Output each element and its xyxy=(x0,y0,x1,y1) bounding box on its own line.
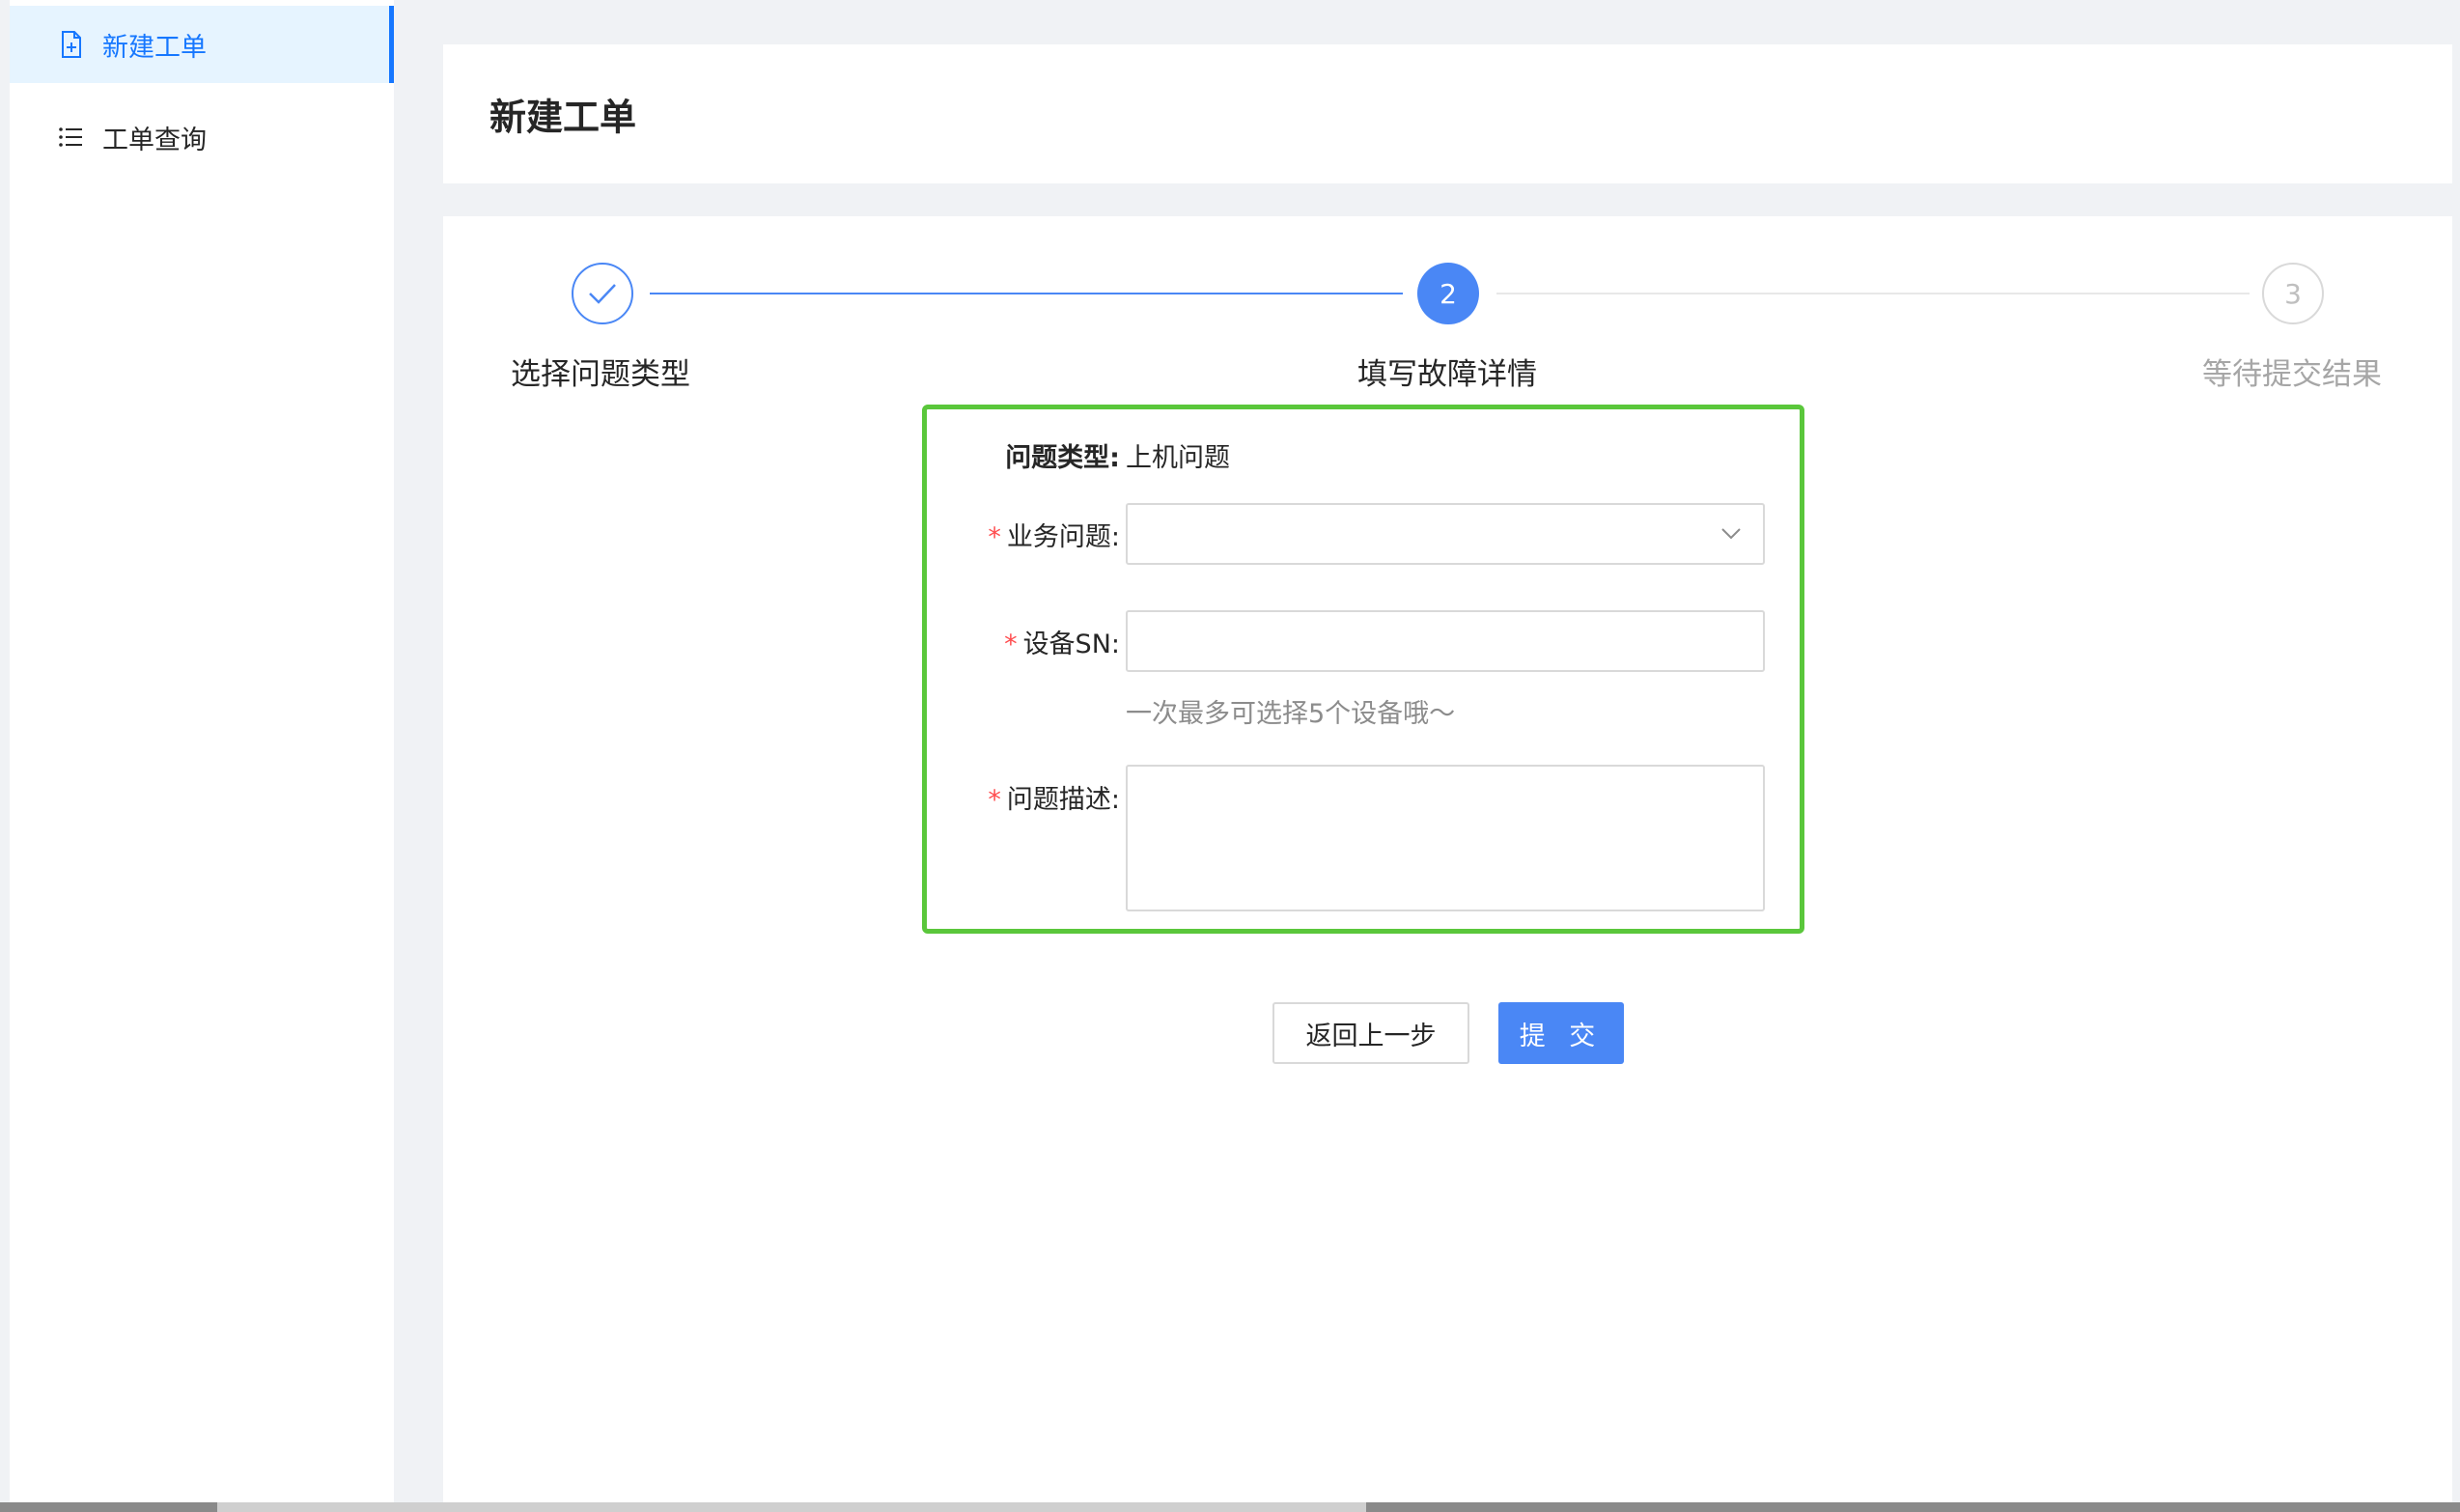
back-button[interactable]: 返回上一步 xyxy=(1272,1002,1469,1064)
sidebar-item-ticket-query[interactable]: 工单查询 xyxy=(10,98,394,176)
step-3-title: 等待提交结果 xyxy=(2202,357,2382,392)
required-mark: * xyxy=(1004,630,1018,659)
description-textarea[interactable] xyxy=(1126,765,1765,911)
description-label: * 问题描述: xyxy=(988,785,1120,815)
page-title: 新建工单 xyxy=(489,96,637,139)
step-connector-todo xyxy=(1496,293,2250,294)
device-sn-label: * 设备SN: xyxy=(1004,630,1120,659)
chevron-down-icon xyxy=(1721,528,1741,540)
submit-button[interactable]: 提 交 xyxy=(1498,1002,1624,1064)
step-2-indicator: 2 xyxy=(1417,263,1479,324)
required-mark: * xyxy=(988,785,1001,815)
sidebar-item-new-ticket[interactable]: 新建工单 xyxy=(10,6,394,83)
step-1-indicator xyxy=(572,263,633,324)
device-sn-helper-text: 一次最多可选择5个设备哦～ xyxy=(1126,699,1456,729)
main-content: 2 3 选择问题类型 填写故障详情 等待提交结果 问题类型: 上机问题 * 业务问… xyxy=(443,216,2452,1502)
sidebar-item-label: 工单查询 xyxy=(102,125,207,155)
sidebar: 新建工单 工单查询 xyxy=(10,0,394,1502)
fault-detail-form: 问题类型: 上机问题 * 业务问题: * 设备SN: 一次最多可选择5个设备哦～ *… xyxy=(922,405,1804,934)
device-sn-input[interactable] xyxy=(1126,610,1765,672)
sidebar-item-label: 新建工单 xyxy=(102,32,207,63)
check-icon xyxy=(589,284,616,304)
required-mark: * xyxy=(988,522,1001,552)
file-add-icon xyxy=(62,31,81,58)
business-issue-label: * 业务问题: xyxy=(988,522,1120,552)
step-3-indicator: 3 xyxy=(2262,263,2324,324)
step-connector-done xyxy=(650,293,1403,294)
step-1-title: 选择问题类型 xyxy=(511,357,690,392)
step-2-title: 填写故障详情 xyxy=(1357,357,1537,392)
issue-type-label: 问题类型: xyxy=(1005,443,1120,473)
business-issue-select[interactable] xyxy=(1126,503,1765,565)
issue-type-value: 上机问题 xyxy=(1126,443,1230,473)
page-header: 新建工单 xyxy=(443,44,2452,183)
list-icon xyxy=(59,127,82,147)
window-bottom-edge xyxy=(0,1502,2460,1512)
